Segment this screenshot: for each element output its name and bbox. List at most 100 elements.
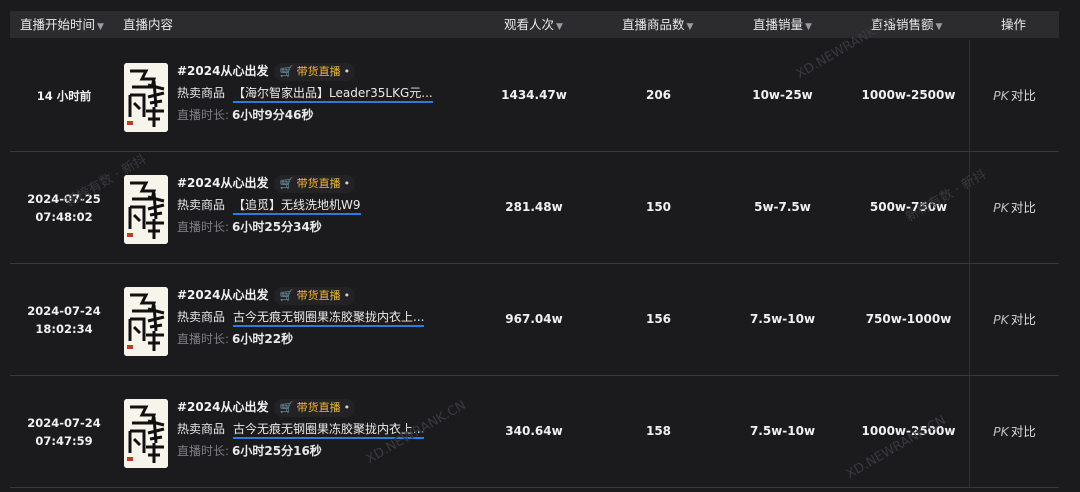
revenue-value: 1000w-2500w [861, 424, 956, 438]
start-time-clock: 18:02:34 [35, 322, 93, 336]
sort-viewers[interactable]: 观看人次 ▼ [504, 11, 563, 38]
thumbnail-art [124, 63, 168, 132]
hot-product: 热卖商品 【追觅】无线洗地机W9 [177, 195, 361, 215]
hot-product: 热卖商品 古今无痕无钢圈果冻胶聚拢内衣上... [177, 419, 425, 439]
products-value: 156 [645, 312, 672, 326]
table-row[interactable]: 2024-07-25 07:48:02 #2024从心出发 🛒 带货直播 • 热卖商品… [10, 152, 1059, 264]
cart-icon: 🛒 [279, 289, 294, 302]
header-start-time-label: 直播开始时间 [20, 17, 96, 32]
header-viewers-label: 观看人次 [504, 17, 555, 32]
sales-value: 7.5w-10w [749, 424, 816, 438]
hot-product-link[interactable]: 古今无痕无钢圈果冻胶聚拢内衣上... [233, 310, 425, 327]
tag-live-commerce: 🛒 带货直播 • [274, 287, 356, 305]
revenue-value: 1000w-2500w [861, 88, 956, 102]
chevron-down-icon: ▼ [686, 22, 694, 32]
start-time-clock: 07:48:02 [35, 210, 93, 224]
start-time-date: 14 小时前 [36, 89, 92, 103]
chevron-down-icon: ▼ [556, 22, 563, 32]
duration-value: 6小时22秒 [232, 332, 294, 346]
live-title-text: #2024从心出发 [177, 176, 269, 190]
pk-icon: PK [993, 312, 1009, 327]
chevron-down-icon: ▼ [97, 22, 104, 32]
live-title-text: #2024从心出发 [177, 288, 269, 302]
sort-products[interactable]: 直播商品数 ▼ [622, 11, 693, 38]
live-title[interactable]: #2024从心出发 🛒 带货直播 • [177, 61, 356, 81]
pk-icon: PK [993, 200, 1009, 215]
chevron-down-icon: ▼ [935, 22, 943, 32]
products-value: 150 [645, 200, 672, 214]
sort-start-time[interactable]: 直播开始时间 ▼ [20, 11, 104, 38]
compare-label: 对比 [1010, 200, 1036, 215]
hot-product: 热卖商品 【海尔智家出品】Leader35LKG元... [177, 83, 433, 103]
revenue-value: 500w-750w [869, 200, 948, 214]
tag-live-commerce: 🛒 带货直播 • [274, 175, 356, 193]
live-session-table: 直播开始时间 ▼ 直播内容 观看人次 ▼ 直播商品数 ▼ 直播销量 ▼ 直播销售额 ▼ 操… [0, 0, 1080, 492]
duration-value: 6小时25分34秒 [232, 220, 322, 234]
live-thumbnail[interactable] [124, 287, 168, 356]
cart-icon: 🛒 [279, 65, 294, 78]
start-time-date: 2024-07-25 [27, 192, 101, 206]
hot-product-label: 热卖商品 [177, 310, 226, 324]
start-time: 14 小时前 [10, 87, 118, 105]
chevron-down-icon: ▼ [805, 22, 812, 32]
header-sales-label: 直播销量 [753, 17, 804, 32]
live-duration: 直播时长: 6小时25分16秒 [177, 441, 322, 461]
duration-value: 6小时9分46秒 [232, 108, 314, 122]
start-time: 2024-07-25 07:48:02 [10, 190, 118, 226]
header-content: 直播内容 [123, 17, 174, 32]
sort-sales[interactable]: 直播销量 ▼ [753, 11, 812, 38]
start-time-date: 2024-07-24 [27, 304, 101, 318]
live-thumbnail[interactable] [124, 399, 168, 468]
start-time-clock: 07:47:59 [35, 434, 93, 448]
live-title[interactable]: #2024从心出发 🛒 带货直播 • [177, 285, 356, 305]
start-time: 2024-07-24 18:02:34 [10, 302, 118, 338]
viewers-value: 340.64w [505, 424, 563, 438]
compare-label: 对比 [1010, 312, 1036, 327]
cart-icon: 🛒 [279, 177, 294, 190]
duration-label: 直播时长: [177, 220, 230, 234]
sales-value: 5w-7.5w [754, 200, 811, 214]
table-header: 直播开始时间 ▼ 直播内容 观看人次 ▼ 直播商品数 ▼ 直播销量 ▼ 直播销售额 ▼ 操… [10, 11, 1059, 38]
hot-product-link[interactable]: 古今无痕无钢圈果冻胶聚拢内衣上... [233, 422, 425, 439]
live-thumbnail[interactable] [124, 63, 168, 132]
tag-label: 带货直播 [296, 289, 341, 302]
duration-label: 直播时长: [177, 444, 230, 458]
sales-value: 10w-25w [752, 88, 813, 102]
tag-live-commerce: 🛒 带货直播 • [274, 63, 356, 81]
live-title[interactable]: #2024从心出发 🛒 带货直播 • [177, 397, 356, 417]
products-value: 206 [645, 88, 672, 102]
pk-icon: PK [993, 424, 1009, 439]
thumbnail-art [124, 399, 168, 468]
cart-icon: 🛒 [279, 401, 294, 414]
hot-product-link[interactable]: 【海尔智家出品】Leader35LKG元... [233, 86, 433, 103]
start-time: 2024-07-24 07:47:59 [10, 414, 118, 450]
tag-label: 带货直播 [296, 401, 341, 414]
pk-icon: PK [993, 88, 1009, 103]
pk-compare-button[interactable]: PK 对比 [970, 152, 1059, 263]
pk-compare-button[interactable]: PK 对比 [970, 40, 1059, 151]
tag-live-commerce: 🛒 带货直播 • [274, 399, 356, 417]
hot-product-link[interactable]: 【追觅】无线洗地机W9 [233, 198, 361, 215]
header-action: 操作 [1001, 17, 1027, 32]
duration-label: 直播时长: [177, 332, 230, 346]
hot-product-label: 热卖商品 [177, 422, 226, 436]
table-row[interactable]: 2024-07-24 18:02:34 #2024从心出发 🛒 带货直播 • 热卖商品… [10, 264, 1059, 376]
hot-product: 热卖商品 古今无痕无钢圈果冻胶聚拢内衣上... [177, 307, 425, 327]
live-duration: 直播时长: 6小时25分34秒 [177, 217, 322, 237]
table-row[interactable]: 2024-07-24 07:47:59 #2024从心出发 🛒 带货直播 • 热卖商品… [10, 376, 1059, 488]
pk-compare-button[interactable]: PK 对比 [970, 264, 1059, 375]
viewers-value: 281.48w [505, 200, 563, 214]
live-title-text: #2024从心出发 [177, 400, 269, 414]
products-value: 158 [645, 424, 672, 438]
thumbnail-art [124, 287, 168, 356]
sort-revenue[interactable]: 直播销售额 ▼ [871, 11, 942, 38]
pk-compare-button[interactable]: PK 对比 [970, 376, 1059, 487]
revenue-value: 750w-1000w [865, 312, 952, 326]
hot-product-label: 热卖商品 [177, 198, 226, 212]
live-title[interactable]: #2024从心出发 🛒 带货直播 • [177, 173, 356, 193]
table-row[interactable]: 14 小时前 #2024从心出发 🛒 带货直播 • 热卖商品 【海尔智家出品】Lead… [10, 40, 1059, 152]
live-thumbnail[interactable] [124, 175, 168, 244]
compare-label: 对比 [1010, 424, 1036, 439]
viewers-value: 1434.47w [501, 88, 567, 102]
duration-label: 直播时长: [177, 108, 230, 122]
